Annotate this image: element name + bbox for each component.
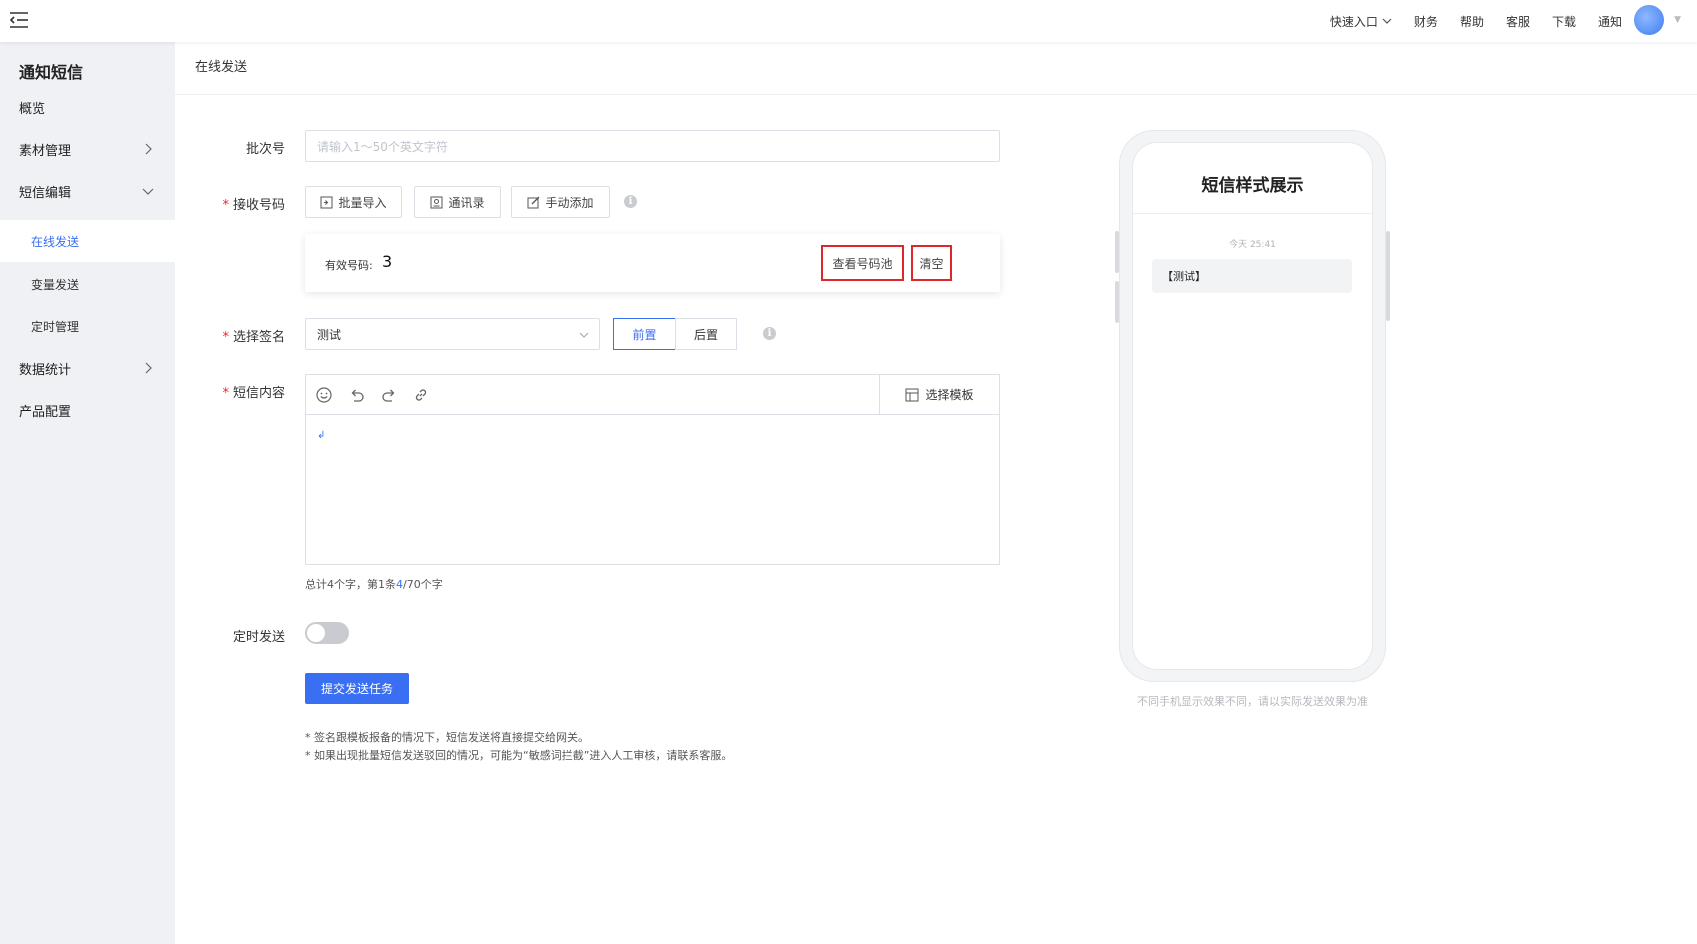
breadcrumb: 在线发送 [195,60,248,75]
nav-download[interactable]: 下载 [1552,13,1576,30]
signature-value: 测试 [317,327,342,342]
edit-icon [527,196,540,208]
chevron-down-icon [142,188,154,195]
phone-preview: 短信样式展示 今天 25:41 【测试】 [1115,131,1390,681]
nav-customer-service[interactable]: 客服 [1506,13,1530,30]
top-bar: 快速入口 财务 帮助 客服 下载 通知 ▼ [0,0,1697,42]
chevron-right-icon [145,143,152,155]
nav-notification[interactable]: 通知 [1598,13,1622,30]
select-template-button[interactable]: 选择模板 [879,375,999,414]
sidebar-item-label: 在线发送 [31,234,80,249]
valid-numbers-label: 有效号码: [325,259,373,272]
avatar-caret-icon[interactable]: ▼ [1674,15,1681,25]
valid-numbers-count: 3 [382,252,393,271]
required-mark: * [222,198,229,213]
batch-input[interactable]: 请输入1～50个英文字符 [305,130,1000,162]
sidebar-item-sms-edit[interactable]: 短信编辑 [0,170,175,212]
sidebar-item-product-config[interactable]: 产品配置 [0,389,175,431]
nav-help[interactable]: 帮助 [1460,13,1484,30]
batch-placeholder: 请输入1～50个英文字符 [317,139,448,154]
schedule-label: 定时发送 [232,630,285,645]
required-mark: * [222,386,229,401]
preview-divider [1133,213,1372,214]
chevron-down-icon [579,332,589,338]
info-icon[interactable]: i [763,327,776,340]
text-cursor: ↲ [317,430,326,441]
sidebar-item-schedule-manage[interactable]: 定时管理 [0,305,175,347]
preview-title: 短信样式展示 [1201,176,1304,196]
emoji-icon[interactable] [314,385,334,405]
number-pool-card: 有效号码: 3 查看号码池 清空 [305,234,1000,292]
position-prefix-button[interactable]: 前置 [613,318,676,350]
undo-icon[interactable] [347,385,367,405]
batch-label: 批次号 [245,142,285,157]
sidebar-item-materials[interactable]: 素材管理 [0,128,175,170]
import-icon [320,196,333,208]
contacts-icon [430,196,443,208]
required-mark: * [222,330,229,345]
nav-finance[interactable]: 财务 [1414,13,1438,30]
quick-entry-label: 快速入口 [1329,14,1378,29]
sidebar-item-label: 素材管理 [19,143,72,159]
sidebar-item-overview[interactable]: 概览 [0,86,175,128]
chevron-down-icon [1382,18,1392,24]
notes: * 签名跟模板报备的情况下，短信发送将直接提交给网关。 * 如果出现批量短信发送… [305,729,732,765]
phone-screen: 短信样式展示 今天 25:41 【测试】 [1133,143,1372,669]
sidebar-item-variable-send[interactable]: 变量发送 [0,263,175,305]
editor-toolbar: 选择模板 [306,375,999,415]
phone-side-button [1115,281,1119,323]
phone-side-button [1386,231,1390,321]
header-divider [175,94,1697,95]
sidebar-item-label: 概览 [19,101,46,117]
signature-label: * 选择签名 [222,330,285,345]
preview-message: 【测试】 [1152,259,1352,293]
menu-fold-icon[interactable] [8,10,30,30]
submit-button[interactable]: 提交发送任务 [305,673,409,704]
position-suffix-button[interactable]: 后置 [675,318,737,350]
manual-add-button[interactable]: 手动添加 [511,186,610,218]
view-pool-button[interactable]: 查看号码池 [821,245,904,281]
signature-select[interactable]: 测试 [305,318,600,350]
receiver-label: * 接收号码 [222,198,285,213]
sidebar-item-label: 产品配置 [19,404,72,420]
preview-note: 不同手机显示效果不同，请以实际发送效果为准 [1137,695,1368,708]
info-icon[interactable]: i [624,195,637,208]
schedule-toggle[interactable] [305,622,349,644]
sidebar-item-label: 短信编辑 [19,185,72,201]
content-label: * 短信内容 [222,386,285,401]
sidebar-title: 通知短信 [19,63,84,82]
sidebar: 通知短信 概览 素材管理 短信编辑 在线发送 变量发送 定时管理 数据统计 产品… [0,42,175,944]
sidebar-item-label: 变量发送 [31,277,80,292]
toggle-knob [307,624,325,642]
preview-time: 今天 25:41 [1229,240,1276,250]
top-nav: 快速入口 财务 帮助 客服 下载 通知 [1330,0,1622,42]
link-icon[interactable] [411,385,431,405]
char-count: 总计4个字，第1条4/70个字 [305,578,443,591]
redo-icon[interactable] [379,385,399,405]
template-icon [905,388,919,401]
note-line: * 如果出现批量短信发送驳回的情况，可能为“敏感词拦截”进入人工审核，请联系客服… [305,749,733,762]
chevron-right-icon [145,362,152,374]
sms-editor[interactable]: 选择模板 ↲ [305,374,1000,565]
sidebar-item-label: 数据统计 [19,362,72,378]
clear-button[interactable]: 清空 [911,245,952,281]
batch-import-button[interactable]: 批量导入 [305,186,402,218]
avatar[interactable] [1634,5,1664,35]
quick-entry-menu[interactable]: 快速入口 [1330,13,1392,30]
contacts-button[interactable]: 通讯录 [414,186,501,218]
sidebar-item-online-send[interactable]: 在线发送 [0,220,175,262]
main-content: 在线发送 批次号 请输入1～50个英文字符 * 接收号码 批量导入 通讯录 手动添… [175,42,1697,944]
sidebar-item-statistics[interactable]: 数据统计 [0,347,175,389]
sidebar-item-label: 定时管理 [31,319,80,334]
phone-side-button [1115,231,1119,273]
note-line: * 签名跟模板报备的情况下，短信发送将直接提交给网关。 [305,731,589,744]
